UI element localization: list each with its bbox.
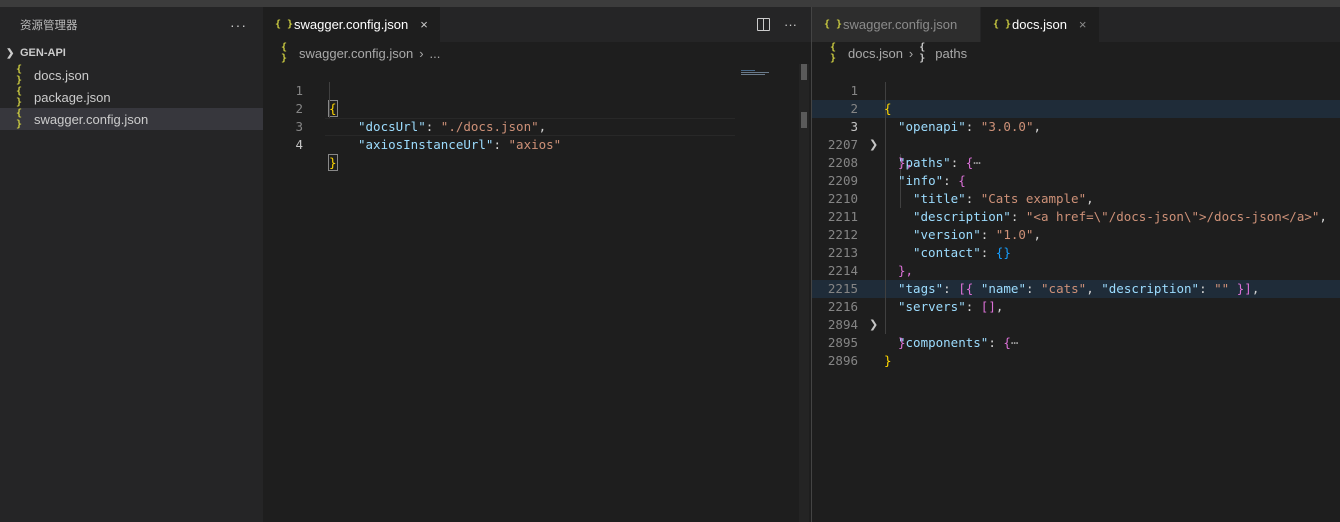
indent-guide xyxy=(329,82,330,118)
breadcrumb-symbol[interactable]: ... xyxy=(430,46,441,61)
code-line: 2215 "servers": [], xyxy=(812,262,1340,314)
tab-swagger-config-json[interactable]: { } swagger.config.json xyxy=(812,7,981,42)
json-string: "axios" xyxy=(508,137,562,152)
tab-label: swagger.config.json xyxy=(843,17,958,32)
code-line: 2211 "version": "1.0", xyxy=(812,190,1340,242)
editor-group-left: { } swagger.config.json × ··· { } swagge… xyxy=(263,7,811,522)
json-file-icon: { } xyxy=(281,42,288,64)
file-item-package-json[interactable]: { } package.json xyxy=(0,86,263,108)
code-editor[interactable]: 1 { 2 "docsUrl": "./docs.json", 3 "axios… xyxy=(263,64,811,504)
colon: : xyxy=(493,137,509,152)
breadcrumb-symbol[interactable]: paths xyxy=(935,46,967,61)
tab-bar: { } swagger.config.json × ··· xyxy=(263,7,811,42)
explorer-sidebar: 资源管理器 ··· ❯ GEN-API { } docs.json { } pa… xyxy=(0,7,263,522)
explorer-title: 资源管理器 xyxy=(20,19,78,32)
code-line: 2214 "tags": [{ "name": "cats", "descrip… xyxy=(812,244,1340,296)
code-line: 2895 } xyxy=(812,316,1340,368)
tab-label: docs.json xyxy=(1012,17,1067,32)
line-number: 2896 xyxy=(827,353,858,368)
close-icon[interactable]: × xyxy=(1079,17,1087,32)
tab-label: swagger.config.json xyxy=(294,17,409,32)
json-file-icon: { } xyxy=(16,64,23,86)
code-line: 2212 "contact": {} xyxy=(812,208,1340,260)
code-editor[interactable]: 1 { 2 "openapi": "3.0.0", 3 ❯ "paths": {… xyxy=(812,64,1340,504)
brace: } xyxy=(328,154,338,171)
json-file-icon: { } xyxy=(16,86,23,108)
code-line: 2216 ❯ "components": {⋯ xyxy=(812,280,1340,350)
file-label: swagger.config.json xyxy=(34,111,149,127)
file-label: package.json xyxy=(34,89,111,105)
chevron-right-icon: › xyxy=(419,45,424,61)
json-file-icon: { } xyxy=(830,42,837,64)
code-line: 2 "docsUrl": "./docs.json", xyxy=(263,82,811,134)
breadcrumb-file[interactable]: swagger.config.json xyxy=(299,46,413,61)
brace: } xyxy=(884,353,892,368)
file-item-swagger-config-json[interactable]: { } swagger.config.json xyxy=(0,108,263,130)
code-line: 4 } xyxy=(263,118,811,171)
json-file-icon: { } xyxy=(275,19,294,30)
json-key: "axiosInstanceUrl" xyxy=(358,137,494,152)
tab-docs-json[interactable]: { } docs.json × xyxy=(981,7,1100,42)
tab-swagger-config-json[interactable]: { } swagger.config.json × xyxy=(263,7,441,42)
explorer-header: 资源管理器 ··· xyxy=(0,7,263,42)
more-actions-button[interactable]: ··· xyxy=(784,17,797,32)
code-line: 3 "axiosInstanceUrl": "axios" xyxy=(263,100,811,152)
code-line: 2208 "info": { xyxy=(812,136,1340,188)
folder-gen-api[interactable]: ❯ GEN-API xyxy=(0,42,263,64)
code-line: 1 { xyxy=(812,64,1340,116)
folder-label: GEN-API xyxy=(20,47,66,59)
code-line: 2 "openapi": "3.0.0", xyxy=(812,82,1340,134)
line-number: 4 xyxy=(295,137,303,152)
editor-actions: ··· xyxy=(757,7,797,42)
breadcrumb-file[interactable]: docs.json xyxy=(848,46,903,61)
editor-group-right: { } swagger.config.json { } docs.json × … xyxy=(812,7,1340,522)
json-file-icon: { } xyxy=(993,19,1012,30)
split-editor-icon[interactable] xyxy=(757,18,770,31)
code-line: 2210 "description": "<a href=\"/docs-jso… xyxy=(812,172,1340,224)
title-bar xyxy=(0,0,1340,7)
scrollbar-thumb[interactable] xyxy=(801,64,807,80)
code-line: 2213 }, xyxy=(812,226,1340,278)
tab-bar: { } swagger.config.json { } docs.json × xyxy=(812,7,1340,42)
json-file-icon: { } xyxy=(16,108,23,130)
chevron-down-icon: ❯ xyxy=(6,47,15,59)
code-line: 2207 }, xyxy=(812,118,1340,170)
close-icon[interactable]: × xyxy=(420,17,428,32)
scrollbar-marker xyxy=(801,112,807,128)
code-line: 2894 } xyxy=(812,298,1340,350)
code-line: 1 { xyxy=(263,64,811,117)
minimap[interactable] xyxy=(741,70,773,76)
code-line: 2896 xyxy=(812,334,1340,368)
file-label: docs.json xyxy=(34,67,89,83)
breadcrumb: { } swagger.config.json › ... xyxy=(263,42,811,64)
json-file-icon: { } xyxy=(824,19,843,30)
explorer-more-actions-button[interactable]: ··· xyxy=(230,17,247,33)
chevron-right-icon: › xyxy=(908,45,914,61)
code-line: 2209 "title": "Cats example", xyxy=(812,154,1340,206)
file-item-docs-json[interactable]: { } docs.json xyxy=(0,64,263,86)
vertical-scrollbar[interactable] xyxy=(799,64,809,522)
breadcrumb: { } docs.json › { } paths xyxy=(812,42,1340,64)
object-symbol-icon: { } xyxy=(919,42,926,64)
code-line: 3 ❯ "paths": {⋯ xyxy=(812,100,1340,170)
